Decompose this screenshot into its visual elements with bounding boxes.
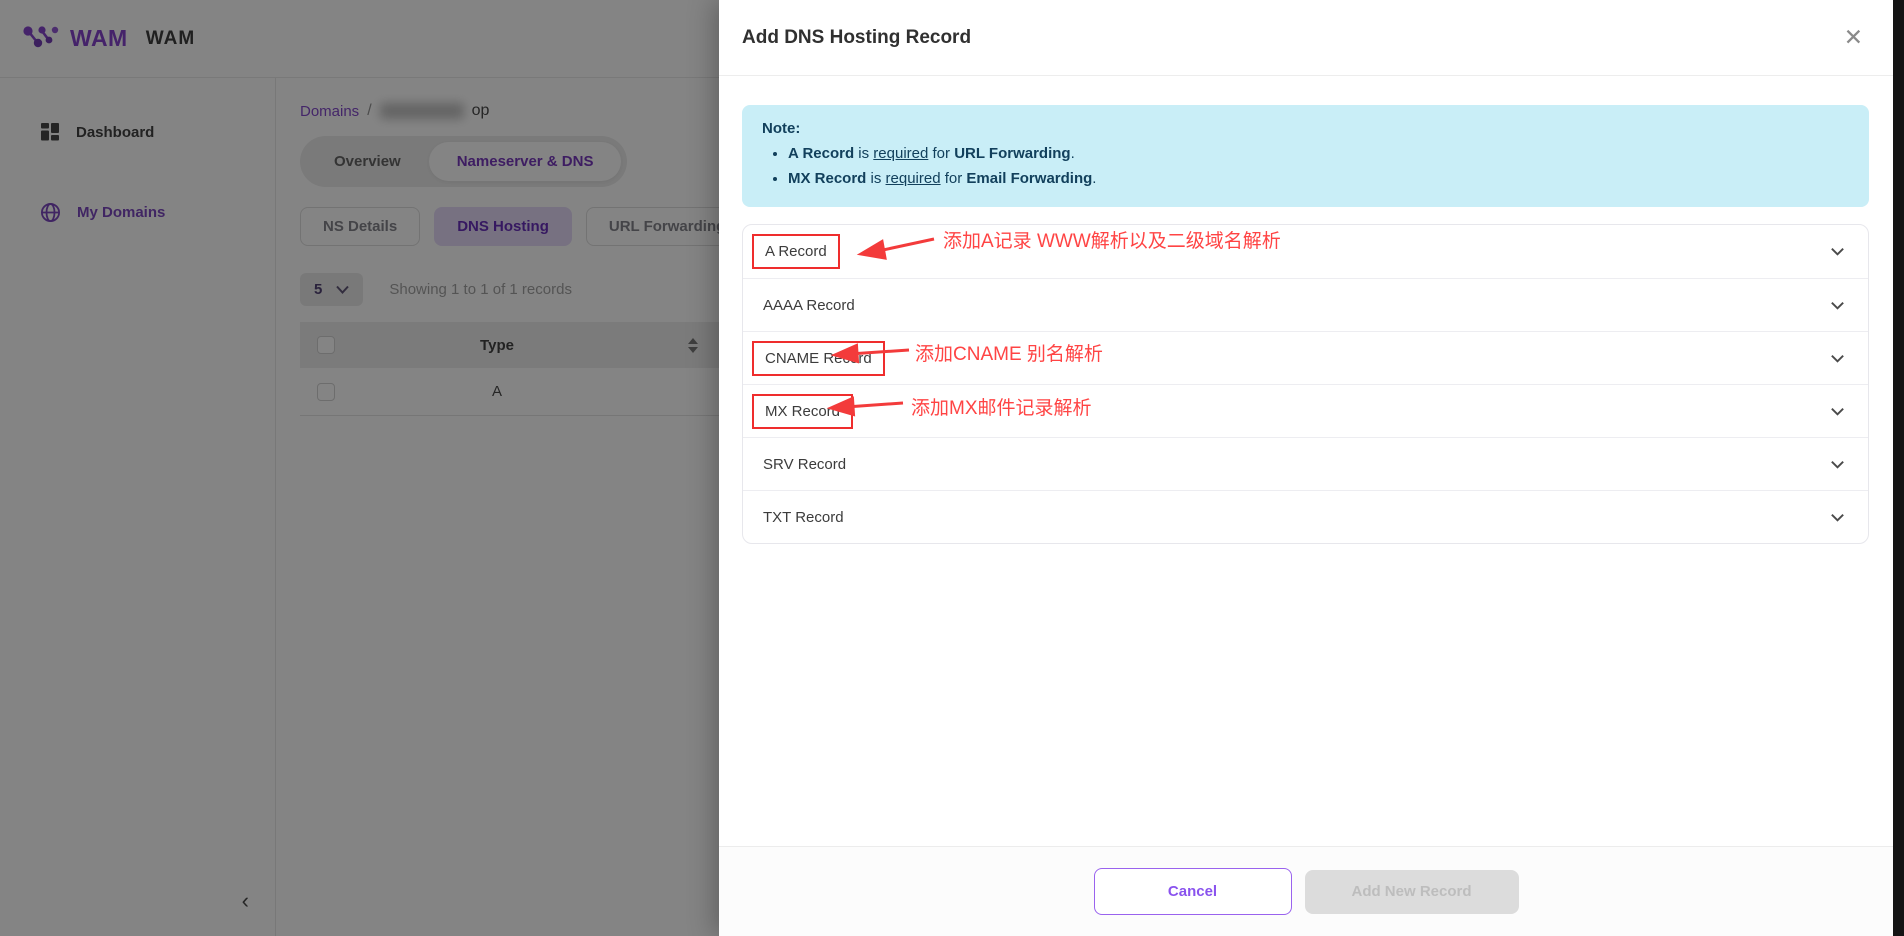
- chevron-down-icon: [1829, 297, 1846, 314]
- chevron-down-icon: [1829, 456, 1846, 473]
- note-box: Note: A Record is required for URL Forwa…: [742, 105, 1869, 207]
- chevron-down-icon: [1829, 509, 1846, 526]
- chevron-down-icon: [1829, 243, 1846, 260]
- accordion-item-mx-record[interactable]: MX Record: [743, 384, 1868, 437]
- accordion-item-txt-record[interactable]: TXT Record: [743, 490, 1868, 543]
- accordion-item-aaaa-record[interactable]: AAAA Record: [743, 278, 1868, 331]
- accordion-label-aaaa-record: AAAA Record: [763, 297, 855, 314]
- accordion-label-mx-record: MX Record: [752, 394, 853, 429]
- chevron-down-icon: [1829, 403, 1846, 420]
- accordion-label-a-record: A Record: [752, 234, 840, 269]
- modal-footer: Cancel Add New Record: [719, 846, 1893, 936]
- cancel-button[interactable]: Cancel: [1094, 868, 1292, 915]
- accordion-item-a-record[interactable]: A Record: [743, 225, 1868, 278]
- accordion-label-srv-record: SRV Record: [763, 456, 846, 473]
- accordion-item-cname-record[interactable]: CNAME Record: [743, 331, 1868, 384]
- add-new-record-button[interactable]: Add New Record: [1305, 870, 1519, 914]
- accordion-label-cname-record: CNAME Record: [752, 341, 885, 376]
- close-icon[interactable]: ✕: [1844, 26, 1863, 49]
- record-type-accordion: A Record AAAA Record CNAME Record MX Rec…: [742, 224, 1869, 544]
- modal-title: Add DNS Hosting Record: [742, 27, 971, 49]
- note-heading: Note:: [762, 120, 1849, 137]
- note-bullet-a-record: A Record is required for URL Forwarding.: [788, 141, 1849, 166]
- add-dns-record-modal: Add DNS Hosting Record ✕ Note: A Record …: [719, 0, 1893, 936]
- note-bullet-mx-record: MX Record is required for Email Forwardi…: [788, 166, 1849, 191]
- modal-header: Add DNS Hosting Record ✕: [719, 0, 1893, 76]
- screen-edge-strip: [1893, 0, 1904, 936]
- modal-body: Note: A Record is required for URL Forwa…: [719, 76, 1893, 544]
- note-list: A Record is required for URL Forwarding.…: [788, 141, 1849, 191]
- accordion-label-txt-record: TXT Record: [763, 509, 844, 526]
- chevron-down-icon: [1829, 350, 1846, 367]
- accordion-item-srv-record[interactable]: SRV Record: [743, 437, 1868, 490]
